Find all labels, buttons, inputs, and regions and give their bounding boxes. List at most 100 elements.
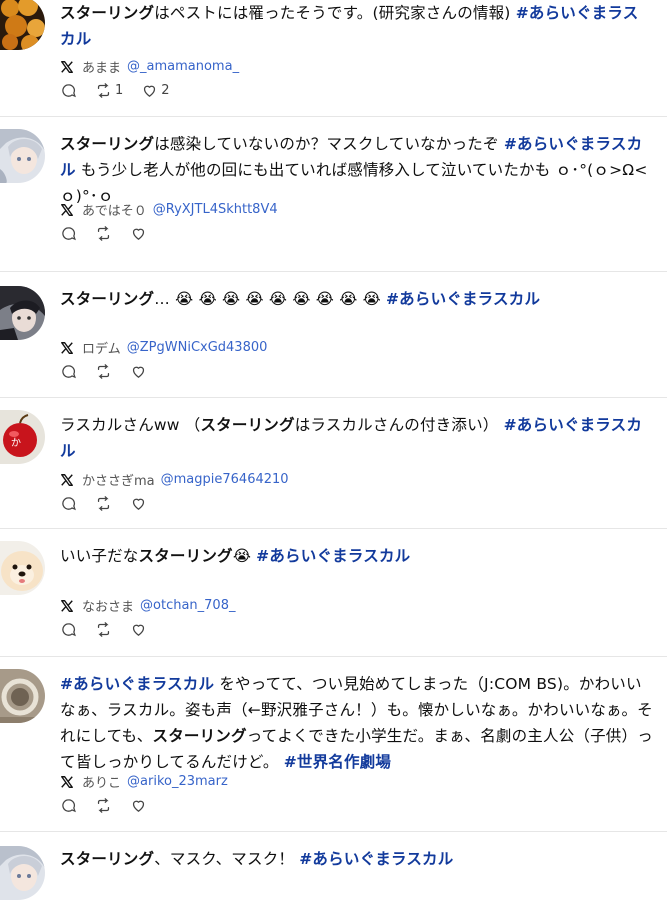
retweet-button[interactable] (95, 363, 112, 380)
text-span: は感染していないのか？マスクしていなかったぞ (154, 135, 504, 153)
post-text: スターリング、マスク、マスク！ #あらいぐまラスカル (60, 846, 653, 872)
avatar-image (0, 541, 45, 595)
retweet-icon (97, 226, 110, 241)
reply-icon (62, 84, 76, 98)
heart-icon (144, 85, 156, 97)
avatar[interactable] (0, 286, 45, 340)
avatar[interactable]: か (0, 410, 45, 464)
post-card[interactable]: いい子だなスターリング😭 #あらいぐまラスカル なおさま @otchan_708… (0, 529, 667, 657)
like-button[interactable] (130, 797, 147, 814)
x-logo-icon (61, 203, 73, 216)
reply-icon (62, 365, 76, 379)
post-card[interactable]: スターリング… 😭 😭 😭 😭 😭 😭 😭 😭 😭 #あらいぐまラスカル ロデム… (0, 272, 667, 398)
retweet-button[interactable] (95, 797, 112, 814)
text-span: はペストには罹ったそうです。(研究家さんの情報) (154, 4, 516, 22)
retweet-count: 1 (115, 83, 124, 98)
post-card[interactable]: スターリングは感染していないのか？マスクしていなかったぞ #あらいぐまラスカル … (0, 117, 667, 272)
keyword-highlight: スターリング (60, 135, 155, 153)
post-text: #あらいぐまラスカル をやってて、つい見始めてしまった（J:COM BS)。かわ… (60, 671, 653, 775)
author-handle[interactable]: @_amamanoma_ (127, 59, 239, 74)
retweet-icon (97, 364, 110, 379)
hashtag-link[interactable]: #あらいぐまラスカル (256, 547, 410, 565)
retweet-button[interactable] (95, 621, 112, 638)
post-card[interactable]: #あらいぐまラスカル をやってて、つい見始めてしまった（J:COM BS)。かわ… (0, 657, 667, 832)
text-span: いい子だな (60, 547, 139, 565)
post-card[interactable]: か ラスカルさんww （スターリングはラスカルさんの付き添い） #あらいぐまラス… (0, 398, 667, 529)
like-button[interactable]: 2 (141, 82, 170, 99)
post-actions (60, 797, 147, 814)
author-handle[interactable]: @RyXJTL4Skhtt8V4 (153, 202, 278, 217)
post-meta: あではそ０ @RyXJTL4Skhtt8V4 (60, 200, 278, 219)
x-logo-icon (61, 775, 73, 788)
heart-icon (132, 624, 145, 636)
reply-button[interactable] (60, 621, 77, 638)
author-handle[interactable]: @otchan_708_ (140, 598, 235, 613)
author-name: ありこ (82, 776, 122, 791)
author-name: かささぎma (82, 474, 155, 489)
keyword-highlight: スターリング (60, 850, 155, 868)
author-handle[interactable]: @ZPgWNiCxGd43800 (127, 340, 268, 355)
reply-icon (62, 497, 76, 511)
retweet-button[interactable] (95, 225, 112, 242)
avatar[interactable] (0, 669, 45, 723)
keyword-highlight: スターリング (138, 547, 233, 565)
post-actions: 1 2 (60, 82, 170, 99)
post-text: スターリングはペストには罹ったそうです。(研究家さんの情報) #あらいぐまラスカ… (60, 0, 653, 52)
avatar[interactable] (0, 129, 45, 183)
post-card[interactable]: スターリングはペストには罹ったそうです。(研究家さんの情報) #あらいぐまラスカ… (0, 0, 667, 117)
avatar-image (0, 129, 45, 183)
post-actions (60, 495, 147, 512)
like-button[interactable] (130, 495, 147, 512)
post-text: スターリングは感染していないのか？マスクしていなかったぞ #あらいぐまラスカル … (60, 131, 653, 209)
avatar[interactable] (0, 541, 45, 595)
retweet-icon (97, 798, 110, 813)
post-text: いい子だなスターリング😭 #あらいぐまラスカル (60, 543, 653, 569)
reply-button[interactable] (60, 363, 77, 380)
like-count: 2 (161, 83, 170, 98)
hashtag-link[interactable]: #あらいぐまラスカル (299, 850, 453, 868)
post-card[interactable]: スターリング、マスク、マスク！ #あらいぐまラスカル (0, 832, 667, 900)
post-text: スターリング… 😭 😭 😭 😭 😭 😭 😭 😭 😭 #あらいぐまラスカル (60, 286, 653, 312)
keyword-highlight: スターリング (152, 727, 247, 745)
keyword-highlight: スターリング (60, 4, 155, 22)
reply-button[interactable] (60, 225, 77, 242)
retweet-button[interactable] (95, 495, 112, 512)
reply-button[interactable] (60, 797, 77, 814)
x-logo-icon (61, 473, 73, 486)
retweet-icon (97, 622, 110, 637)
avatar-image (0, 0, 45, 50)
reply-icon (62, 623, 76, 637)
author-name: なおさま (82, 600, 135, 615)
hashtag-link[interactable]: #あらいぐまラスカル (60, 675, 214, 693)
post-meta: かささぎma @magpie76464210 (60, 470, 289, 489)
post-actions (60, 621, 147, 638)
x-logo-icon (61, 341, 73, 354)
hashtag-link[interactable]: #あらいぐまラスカル (386, 290, 540, 308)
heart-icon (132, 366, 145, 378)
reply-button[interactable] (60, 495, 77, 512)
keyword-highlight: スターリング (60, 290, 155, 308)
like-button[interactable] (130, 621, 147, 638)
avatar[interactable] (0, 0, 45, 50)
author-handle[interactable]: @ariko_23marz (127, 774, 228, 789)
author-name: ロデム (82, 342, 121, 357)
post-feed: スターリングはペストには罹ったそうです。(研究家さんの情報) #あらいぐまラスカ… (0, 0, 667, 900)
like-button[interactable] (130, 363, 147, 380)
post-text: ラスカルさんww （スターリングはラスカルさんの付き添い） #あらいぐまラスカル (60, 412, 653, 464)
post-meta: なおさま @otchan_708_ (60, 596, 235, 615)
avatar-image: か (0, 410, 45, 464)
avatar-image (0, 846, 45, 900)
reply-button[interactable] (60, 82, 77, 99)
author-handle[interactable]: @magpie76464210 (161, 472, 289, 487)
text-span: … 😭 😭 😭 😭 😭 😭 😭 😭 😭 (154, 290, 386, 308)
like-button[interactable] (130, 225, 147, 242)
retweet-button[interactable]: 1 (95, 82, 123, 99)
svg-text:か: か (11, 437, 21, 449)
author-name: あではそ０ (82, 204, 147, 219)
avatar[interactable] (0, 846, 45, 900)
hashtag-link[interactable]: #世界名作劇場 (284, 753, 391, 771)
heart-icon (132, 228, 145, 240)
retweet-icon (97, 496, 110, 511)
text-span: もう少し老人が他の回にも出ていれば感情移入して泣いていたかも ｏ･°(ｏ>Ω<ｏ… (60, 161, 648, 205)
retweet-icon (97, 83, 110, 98)
